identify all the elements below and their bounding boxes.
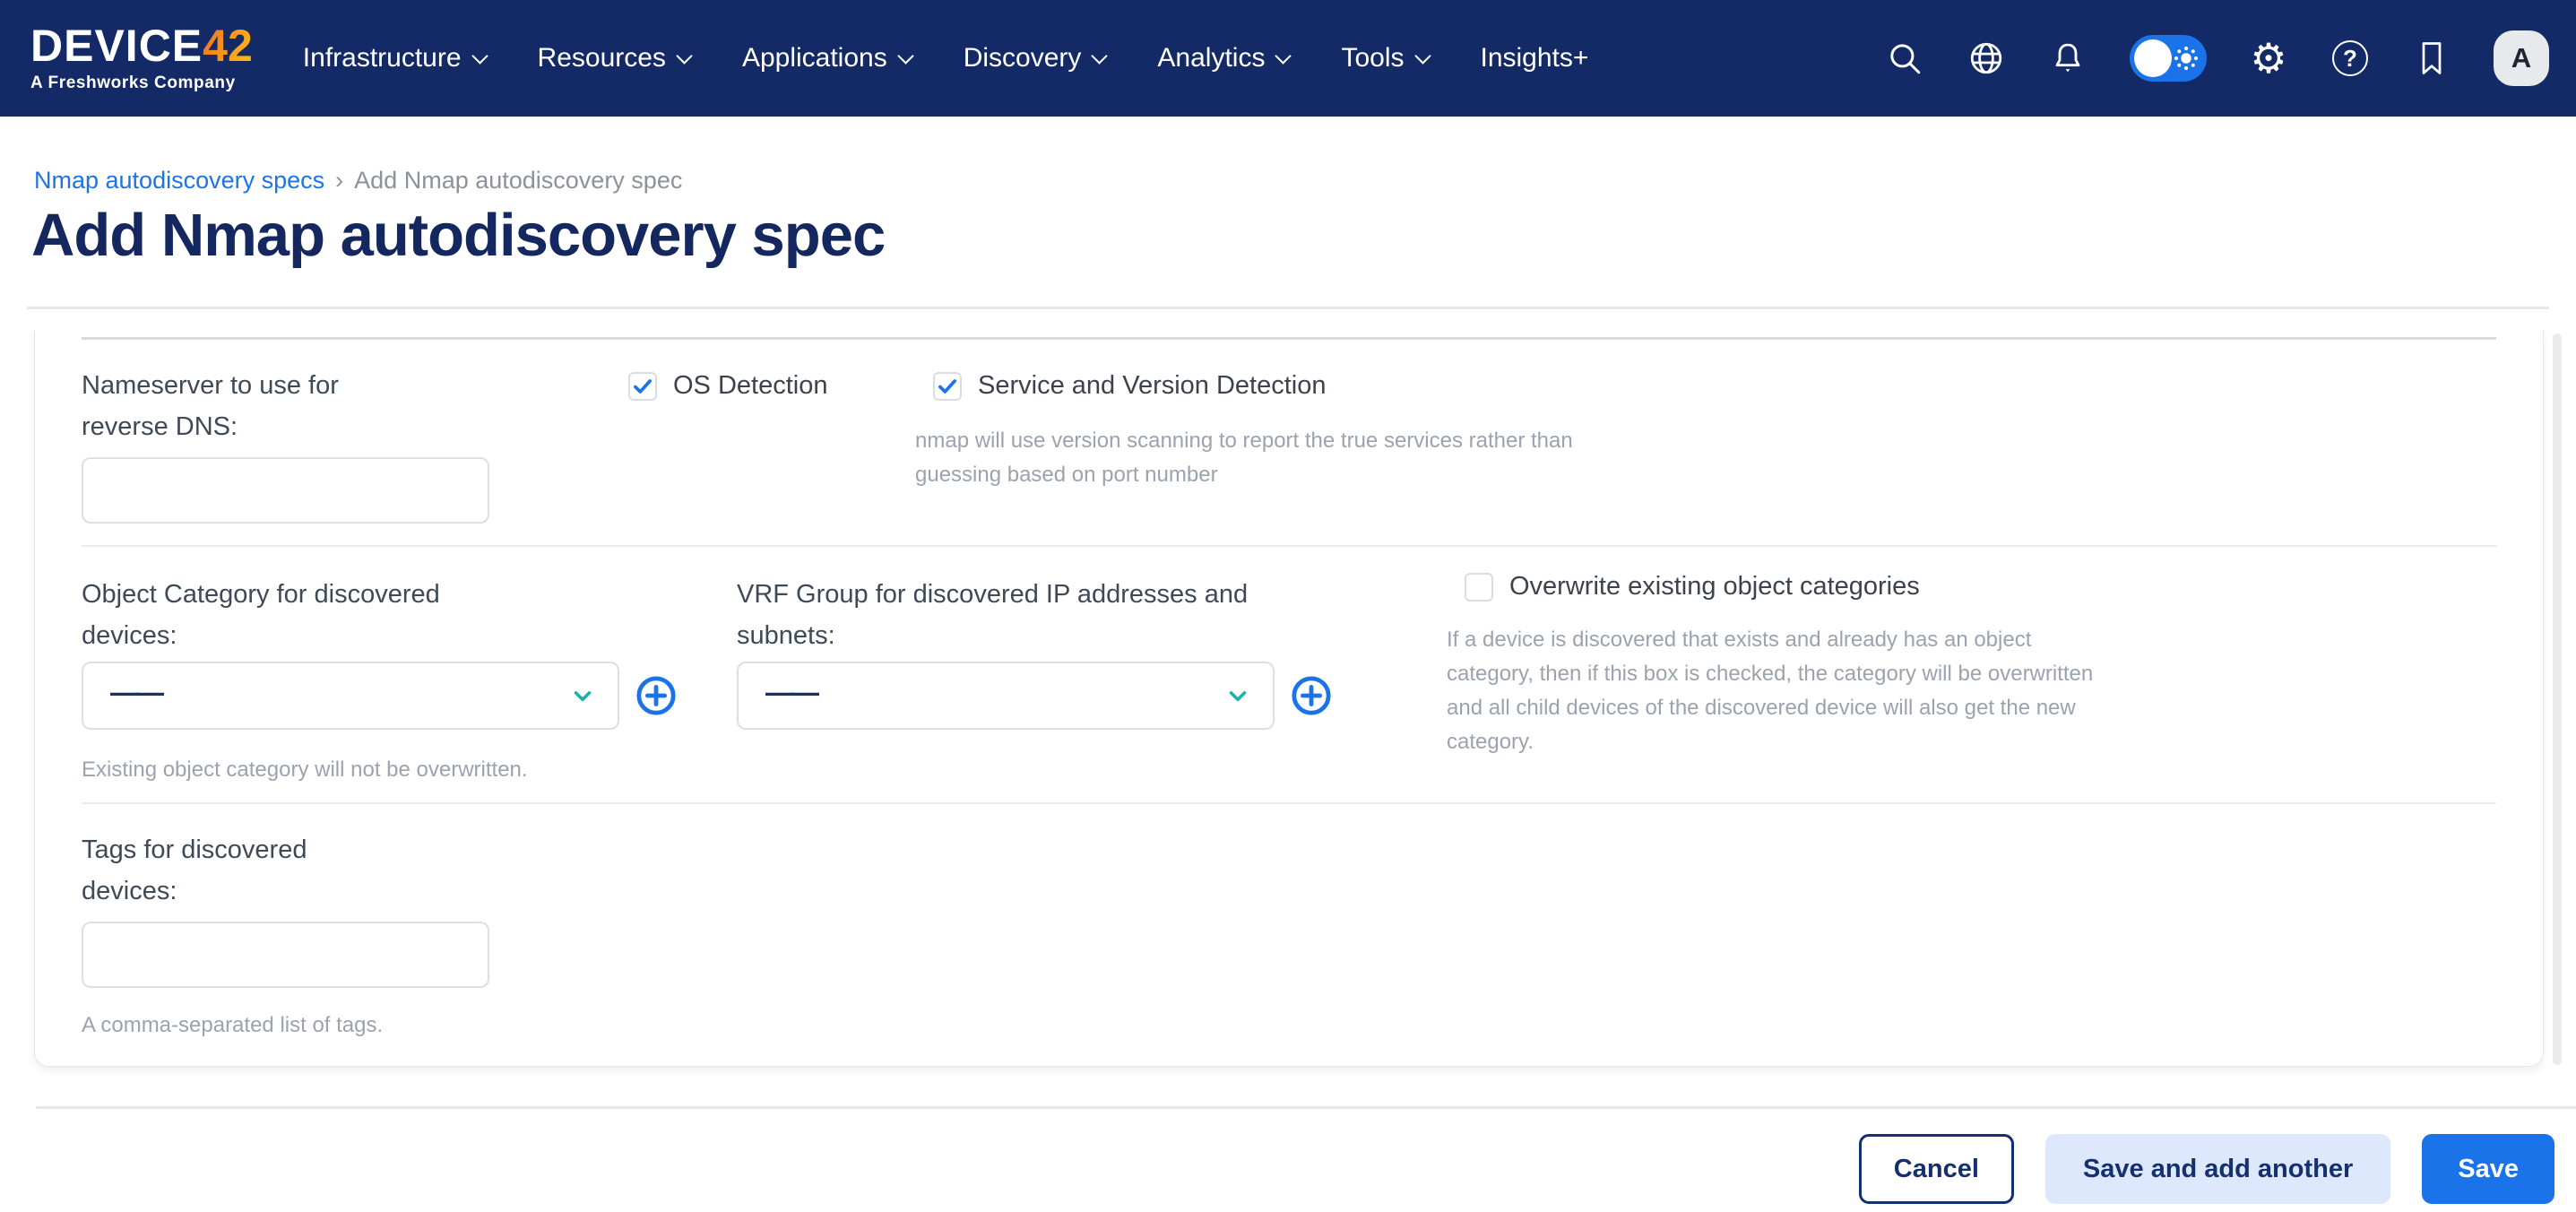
avatar-letter: A [2511,42,2531,74]
footer-divider [36,1106,2576,1109]
vrf-group-label: VRF Group for discovered IP addresses an… [737,580,1248,650]
save-and-add-another-button[interactable]: Save and add another [2045,1134,2390,1204]
title-divider [27,307,2549,309]
footer-actions: Cancel Save and add another Save [1859,1134,2554,1204]
object-category-selected-value: —— [110,678,160,706]
object-category-select[interactable]: —— [82,662,619,730]
nameserver-label: Nameserver to use for reverse DNS: [82,371,339,441]
menu-tools[interactable]: Tools [1341,43,1428,74]
os-detection-checkbox-row[interactable]: OS Detection [628,371,827,401]
form-row-nameserver: Nameserver to use for reverse DNS: OS De… [35,340,2543,545]
main-menu: Infrastructure Resources Applications Di… [303,43,1589,74]
os-detection-label: OS Detection [673,371,827,401]
logo-word: DEVICE [30,23,203,68]
form-row-tags: Tags for discovered devices: A comma-sep… [35,804,2543,1064]
os-detection-checkbox[interactable] [628,372,657,401]
form-row-category-vrf: Object Category for discovered devices: … [35,547,2543,802]
logo-tagline: A Freshworks Company [30,74,253,93]
menu-applications[interactable]: Applications [742,43,912,74]
service-detection-checkbox[interactable] [933,372,962,401]
menu-insights[interactable]: Insights+ [1481,43,1589,74]
toggle-knob-icon [2134,39,2172,77]
vrf-group-select[interactable]: —— [737,662,1275,730]
chevron-down-icon [569,682,596,709]
overwrite-checkbox-row[interactable]: Overwrite existing object categories [1465,572,2123,602]
save-button[interactable]: Save [2422,1134,2554,1204]
object-category-label: Object Category for discovered devices: [82,580,440,650]
tags-input[interactable] [82,922,489,988]
service-detection-checkbox-row[interactable]: Service and Version Detection [933,371,1605,401]
tags-help: A comma-separated list of tags. [82,1009,655,1043]
cancel-button[interactable]: Cancel [1859,1134,2014,1204]
notifications-bell-icon[interactable] [2048,39,2088,78]
menu-infrastructure[interactable]: Infrastructure [303,43,486,74]
vrf-group-selected-value: —— [765,678,816,706]
add-vrf-group-button[interactable] [1291,675,1332,716]
user-avatar[interactable]: A [2494,30,2549,86]
menu-discovery[interactable]: Discovery [964,43,1106,74]
device42-logo[interactable]: DEVICE42 A Freshworks Company [30,23,253,93]
help-icon[interactable] [2330,39,2370,78]
page-title: Add Nmap autodiscovery spec [31,201,885,270]
menu-resources[interactable]: Resources [538,43,690,74]
settings-gear-icon[interactable]: ⚙ [2249,39,2288,78]
logo-accent: 42 [203,23,253,68]
object-category-help: Existing object category will not be ove… [82,753,655,787]
nameserver-input[interactable] [82,457,489,524]
bookmark-icon[interactable] [2412,39,2451,78]
breadcrumb-separator: › [335,167,343,195]
form-card: Nameserver to use for reverse DNS: OS De… [34,330,2544,1067]
sun-icon [2173,45,2200,76]
overwrite-help: If a device is discovered that exists an… [1447,623,2123,759]
service-detection-help: nmap will use version scanning to report… [915,424,1605,492]
breadcrumb: Nmap autodiscovery specs › Add Nmap auto… [34,167,682,195]
overwrite-label: Overwrite existing object categories [1509,572,1920,602]
service-detection-label: Service and Version Detection [978,371,1327,401]
breadcrumb-current: Add Nmap autodiscovery spec [354,167,682,195]
add-object-category-button[interactable] [635,675,677,716]
search-icon[interactable] [1885,39,1924,78]
globe-icon[interactable] [1967,39,2006,78]
chevron-down-icon [1224,682,1251,709]
topbar-icons: ⚙ A [1885,30,2549,86]
scrollbar[interactable] [2553,333,2562,1065]
breadcrumb-parent-link[interactable]: Nmap autodiscovery specs [34,167,324,195]
tags-label: Tags for discovered devices: [82,835,307,905]
menu-analytics[interactable]: Analytics [1157,43,1289,74]
top-navbar: DEVICE42 A Freshworks Company Infrastruc… [0,0,2576,117]
overwrite-checkbox[interactable] [1465,573,1493,602]
theme-toggle[interactable] [2130,35,2207,82]
